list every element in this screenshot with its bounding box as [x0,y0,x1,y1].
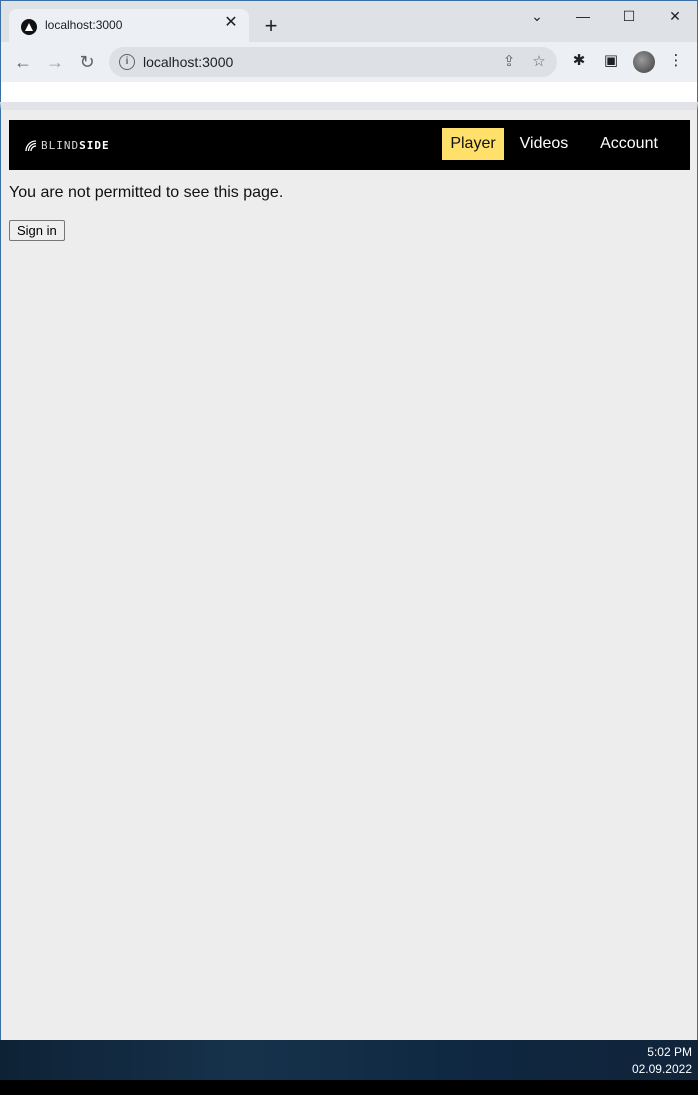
logo-text: BLINDSIDE [41,138,110,152]
nav-item-videos[interactable]: Videos [512,128,576,160]
site-navbar: BLINDSIDE Player Videos Account [9,120,690,170]
bookmark-bar [0,82,698,102]
back-arrow-icon[interactable]: ← [9,48,37,76]
address-bar[interactable]: i localhost:3000 ⇪ ☆ [109,47,557,77]
bookmark-star-icon[interactable]: ☆ [529,52,549,72]
page-viewport: BLINDSIDE Player Videos Account You are … [0,102,698,1040]
site-info-icon[interactable]: i [119,54,135,70]
side-panel-icon[interactable]: ▣ [600,50,622,72]
browser-tab[interactable]: localhost:3000 ✕ [9,9,249,43]
share-icon[interactable]: ⇪ [499,52,519,72]
maximize-button[interactable]: ☐ [614,5,644,27]
extensions-puzzle-icon[interactable]: ✱ [568,50,590,72]
close-window-button[interactable]: ✕ [660,5,690,27]
nav-item-player[interactable]: Player [442,128,504,160]
bottom-strip [0,1080,698,1095]
new-tab-button[interactable]: + [259,15,283,39]
tab-title: localhost:3000 [45,18,123,32]
sign-in-button[interactable]: Sign in [9,220,65,241]
tab-search-icon[interactable]: ⌄ [522,5,552,27]
blindside-logo[interactable]: BLINDSIDE [25,137,110,153]
permission-message: You are not permitted to see this page. [9,184,284,201]
browser-tabstrip: localhost:3000 ✕ + ⌄ — ☐ ✕ [0,0,698,43]
reload-icon[interactable]: ↻ [73,48,101,76]
clock-date: 02.09.2022 [631,1062,692,1076]
profile-avatar[interactable] [633,51,655,73]
minimize-button[interactable]: — [568,5,598,27]
close-tab-icon[interactable]: ✕ [223,15,239,31]
browser-toolbar: ← → ↻ i localhost:3000 ⇪ ☆ ✱ ▣ ⋮ [0,42,698,82]
address-url[interactable]: localhost:3000 [143,54,233,70]
taskbar-clock[interactable]: 5:02 PM 02.09.2022 [632,1044,692,1078]
os-taskbar: 5:02 PM 02.09.2022 [0,1040,698,1080]
logo-wave-icon [25,139,37,152]
clock-time: 5:02 PM [647,1045,692,1059]
menu-kebab-icon[interactable]: ⋮ [665,50,687,72]
nav-item-account[interactable]: Account [592,128,666,160]
triangle-favicon-icon [21,19,37,35]
forward-arrow-icon[interactable]: → [41,48,69,76]
